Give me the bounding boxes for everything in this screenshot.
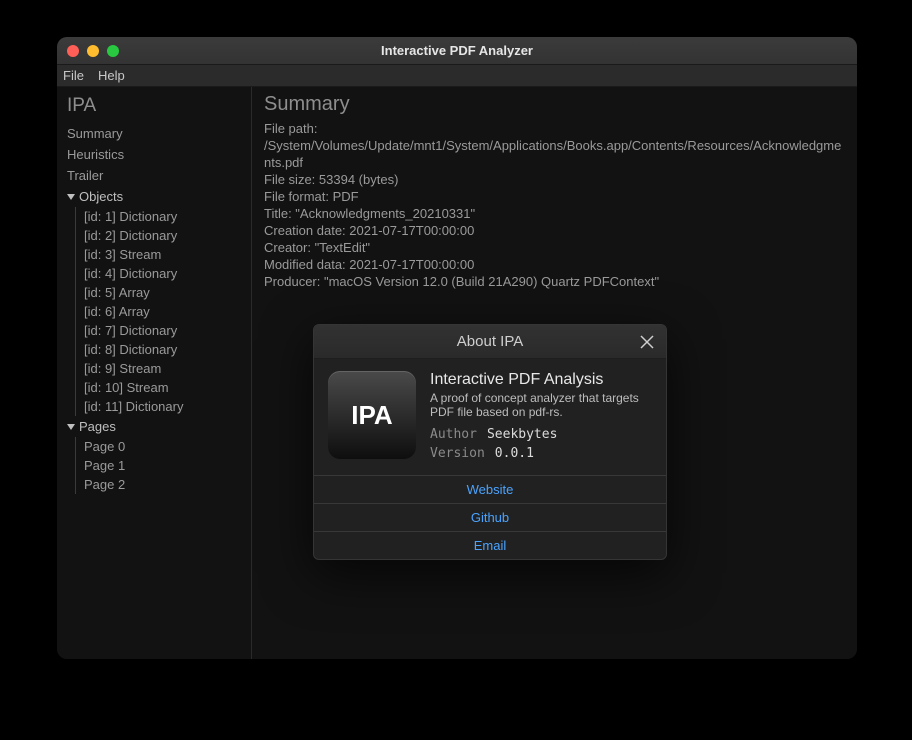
tree-header-pages[interactable]: Pages: [57, 416, 251, 437]
menubar: File Help: [57, 65, 857, 87]
about-version-row: Version 0.0.1: [430, 446, 652, 461]
tree-item[interactable]: Page 0: [76, 437, 251, 456]
about-author-row: Author Seekbytes: [430, 427, 652, 442]
summary-path-label: File path:: [264, 120, 845, 137]
tree-item[interactable]: [id: 1] Dictionary: [76, 207, 251, 226]
menu-help[interactable]: Help: [98, 68, 125, 83]
summary-creation: Creation date: 2021-07-17T00:00:00: [264, 222, 845, 239]
close-icon[interactable]: [638, 333, 656, 351]
tree-label-objects: Objects: [79, 189, 123, 204]
tree-item[interactable]: [id: 7] Dictionary: [76, 321, 251, 340]
window-title: Interactive PDF Analyzer: [57, 43, 857, 58]
chevron-down-icon: [67, 424, 75, 430]
about-author-label: Author: [430, 427, 477, 442]
summary-creator: Creator: "TextEdit": [264, 239, 845, 256]
tree-item[interactable]: [id: 6] Array: [76, 302, 251, 321]
about-dialog-title: About IPA: [457, 333, 523, 350]
window-minimize-button[interactable]: [87, 45, 99, 57]
window-close-button[interactable]: [67, 45, 79, 57]
about-dialog-body: IPA Interactive PDF Analysis A proof of …: [314, 359, 666, 475]
summary-title: Title: "Acknowledgments_20210331": [264, 205, 845, 222]
tree-children-pages: Page 0 Page 1 Page 2: [75, 437, 251, 494]
tree-item[interactable]: [id: 10] Stream: [76, 378, 251, 397]
window-zoom-button[interactable]: [107, 45, 119, 57]
sidebar-item-trailer[interactable]: Trailer: [57, 165, 251, 186]
tree-item[interactable]: [id: 2] Dictionary: [76, 226, 251, 245]
tree-item[interactable]: [id: 8] Dictionary: [76, 340, 251, 359]
tree-item[interactable]: [id: 9] Stream: [76, 359, 251, 378]
sidebar-item-summary[interactable]: Summary: [57, 123, 251, 144]
summary-size: File size: 53394 (bytes): [264, 171, 845, 188]
tree-item[interactable]: Page 2: [76, 475, 251, 494]
about-link-email[interactable]: Email: [314, 531, 666, 559]
chevron-down-icon: [67, 194, 75, 200]
about-version-value: 0.0.1: [495, 446, 534, 461]
tree-item[interactable]: Page 1: [76, 456, 251, 475]
summary-modified: Modified data: 2021-07-17T00:00:00: [264, 256, 845, 273]
about-version-label: Version: [430, 446, 485, 461]
about-link-website[interactable]: Website: [314, 475, 666, 503]
titlebar: Interactive PDF Analyzer: [57, 37, 857, 65]
traffic-lights: [67, 45, 119, 57]
tree-header-objects[interactable]: Objects: [57, 186, 251, 207]
tree-item[interactable]: [id: 11] Dictionary: [76, 397, 251, 416]
summary-path-value: /System/Volumes/Update/mnt1/System/Appli…: [264, 137, 845, 171]
about-info: Interactive PDF Analysis A proof of conc…: [430, 371, 652, 465]
tree-label-pages: Pages: [79, 419, 116, 434]
content-heading: Summary: [264, 93, 845, 116]
about-links: Website Github Email: [314, 475, 666, 559]
tree-item[interactable]: [id: 4] Dictionary: [76, 264, 251, 283]
tree-item[interactable]: [id: 3] Stream: [76, 245, 251, 264]
about-app-title: Interactive PDF Analysis: [430, 371, 652, 389]
about-link-github[interactable]: Github: [314, 503, 666, 531]
sidebar-item-heuristics[interactable]: Heuristics: [57, 144, 251, 165]
tree-item[interactable]: [id: 5] Array: [76, 283, 251, 302]
about-author-value: Seekbytes: [487, 427, 557, 442]
sidebar-title: IPA: [57, 93, 251, 123]
summary-producer: Producer: "macOS Version 12.0 (Build 21A…: [264, 273, 845, 290]
menu-file[interactable]: File: [63, 68, 84, 83]
app-icon: IPA: [328, 371, 416, 459]
sidebar: IPA Summary Heuristics Trailer Objects […: [57, 87, 252, 659]
about-app-description: A proof of concept analyzer that targets…: [430, 391, 652, 419]
about-dialog: About IPA IPA Interactive PDF Analysis A…: [313, 324, 667, 560]
tree-children-objects: [id: 1] Dictionary [id: 2] Dictionary [i…: [75, 207, 251, 416]
summary-format: File format: PDF: [264, 188, 845, 205]
about-dialog-header: About IPA: [314, 325, 666, 359]
